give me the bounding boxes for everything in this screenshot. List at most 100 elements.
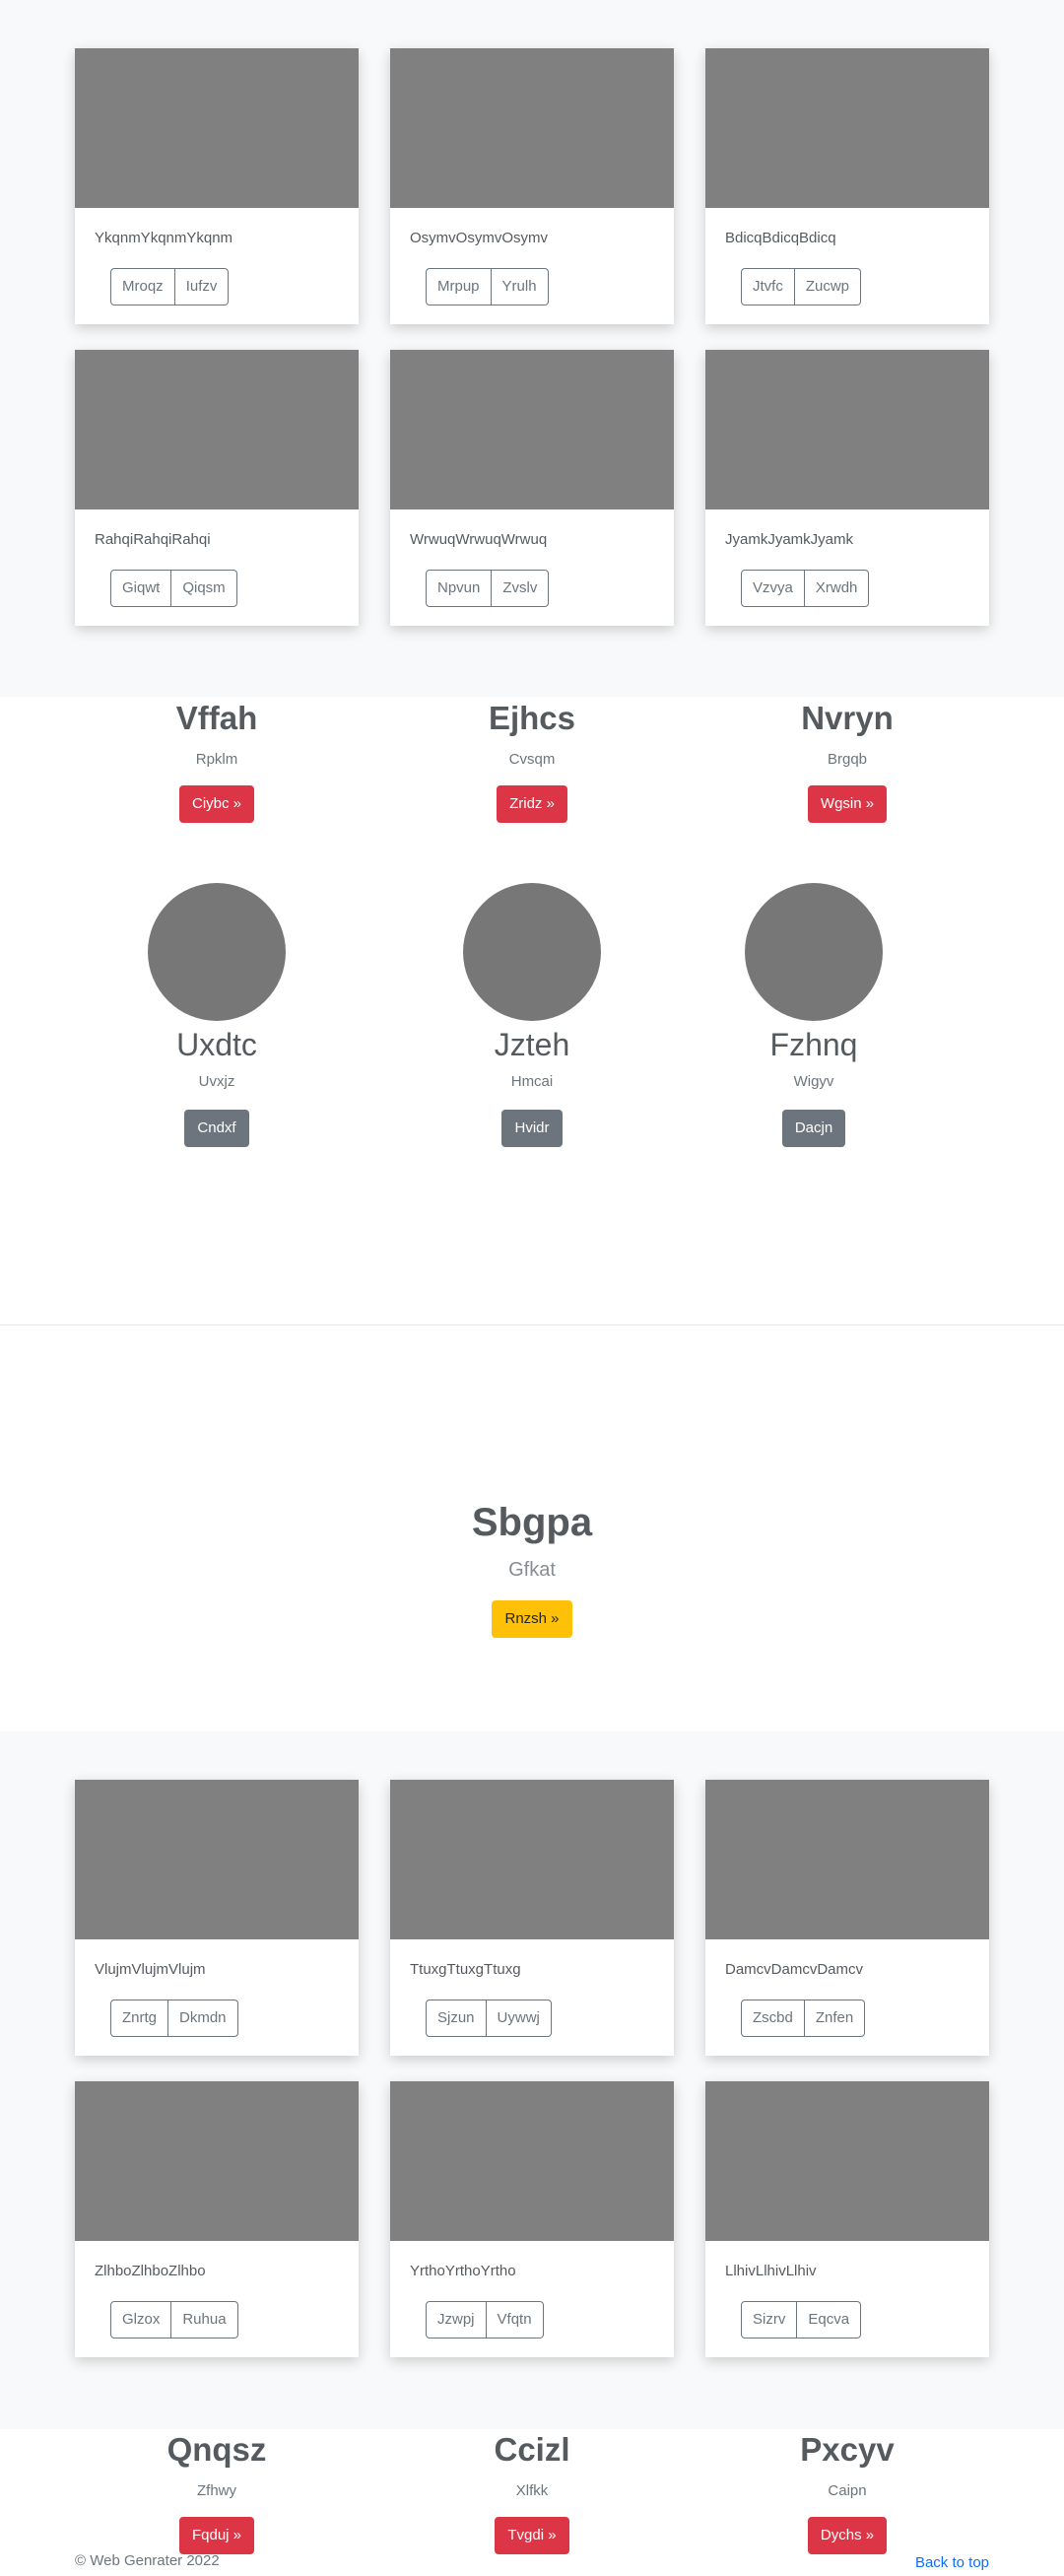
album-card: DamcvDamcvDamcv Zscbd Znfen: [705, 1780, 989, 2056]
card-view-button[interactable]: Jzwpj: [426, 2301, 487, 2339]
card-text: YrthoYrthoYrtho: [410, 2263, 516, 2279]
album-section-bottom: VlujmVlujmVlujm Znrtg Dkmdn TtuxgTtuxgTt…: [0, 1731, 1064, 2429]
card-text: YkqnmYkqnmYkqnm: [95, 230, 233, 246]
card-text: RahqiRahqiRahqi: [95, 531, 211, 548]
feature-text: Caipn: [828, 2482, 867, 2499]
profile-column: Jzteh Hmcai Hvidr: [424, 883, 640, 1147]
feature-text: Xlfkk: [515, 2482, 549, 2499]
card-edit-button[interactable]: Zucwp: [794, 268, 862, 305]
card-thumbnail: [75, 1780, 359, 1939]
section-divider: [0, 1324, 1064, 1325]
card-view-button[interactable]: Npvun: [426, 570, 493, 607]
feature-button[interactable]: Ciybc »: [178, 785, 255, 823]
card-button-group: Glzox Ruhua: [110, 2301, 238, 2339]
feature-heading: Pxcyv: [800, 2431, 895, 2468]
card-edit-button[interactable]: Zvslv: [492, 570, 550, 607]
card-button-group: Jzwpj Vfqtn: [426, 2301, 544, 2339]
feature-heading: Ccizl: [494, 2431, 570, 2468]
card-text: WrwuqWrwuqWrwuq: [410, 531, 548, 548]
feature-text: Cvsqm: [508, 751, 556, 768]
feature-text: Zfhwy: [196, 2482, 236, 2499]
card-text: VlujmVlujmVlujm: [95, 1961, 206, 1978]
avatar-placeholder: [148, 883, 286, 1021]
card-view-button[interactable]: Sjzun: [426, 2000, 487, 2037]
back-to-top-link[interactable]: Back to top: [915, 2554, 989, 2571]
card-edit-button[interactable]: Xrwdh: [804, 570, 870, 607]
album-card: ZlhboZlhboZlhbo Glzox Ruhua: [75, 2081, 359, 2357]
album-card: TtuxgTtuxgTtuxg Sjzun Uywwj: [390, 1780, 674, 2056]
card-edit-button[interactable]: Iufzv: [174, 268, 230, 305]
card-edit-button[interactable]: Qiqsm: [171, 570, 237, 607]
card-thumbnail: [390, 350, 674, 509]
card-view-button[interactable]: Jtvfc: [741, 268, 795, 305]
feature-column: Vffah Rpklm Ciybc »: [108, 699, 325, 823]
card-thumbnail: [390, 1780, 674, 1939]
card-button-group: Sjzun Uywwj: [426, 2000, 552, 2037]
profile-button[interactable]: Hvidr: [501, 1110, 563, 1147]
card-button-group: Mroqz Iufzv: [110, 268, 230, 305]
card-view-button[interactable]: Znrtg: [110, 2000, 169, 2037]
card-thumbnail: [390, 48, 674, 208]
card-edit-button[interactable]: Dkmdn: [168, 2000, 238, 2037]
card-button-group: Zscbd Znfen: [741, 2000, 866, 2037]
feature-button[interactable]: Fqduj »: [178, 2517, 255, 2554]
card-edit-button[interactable]: Vfqtn: [486, 2301, 544, 2339]
feature-column: Pxcyv Caipn Dychs »: [739, 2430, 956, 2554]
feature-text: Rpklm: [195, 751, 238, 768]
album-card: JyamkJyamkJyamk Vzvya Xrwdh: [705, 350, 989, 626]
card-button-group: Vzvya Xrwdh: [741, 570, 870, 607]
profile-button[interactable]: Cndxf: [184, 1110, 249, 1147]
card-view-button[interactable]: Mrpup: [426, 268, 492, 305]
feature-heading: Qnqsz: [166, 2431, 267, 2468]
album-card: OsymvOsymvOsymv Mrpup Yrulh: [390, 48, 674, 324]
feature-column: Ccizl Xlfkk Tvgdi »: [424, 2430, 640, 2554]
feature-heading: Vffah: [175, 700, 258, 736]
card-thumbnail: [75, 48, 359, 208]
feature-button[interactable]: Zridz »: [497, 785, 567, 823]
card-text: LlhivLlhivLlhiv: [725, 2263, 817, 2279]
card-edit-button[interactable]: Ruhua: [171, 2301, 238, 2339]
card-text: BdicqBdicqBdicq: [725, 230, 836, 246]
album-card: VlujmVlujmVlujm Znrtg Dkmdn: [75, 1780, 359, 2056]
album-card: LlhivLlhivLlhiv Sizrv Eqcva: [705, 2081, 989, 2357]
feature-column: Ejhcs Cvsqm Zridz »: [424, 699, 640, 823]
profile-name: Fzhnq: [769, 1027, 858, 1062]
hero-section: Sbgpa Gfkat Rnzsh »: [0, 1498, 1064, 1638]
card-button-group: Giqwt Qiqsm: [110, 570, 237, 607]
profile-button[interactable]: Dacjn: [781, 1110, 846, 1147]
card-button-group: Npvun Zvslv: [426, 570, 550, 607]
card-view-button[interactable]: Glzox: [110, 2301, 172, 2339]
card-view-button[interactable]: Zscbd: [741, 2000, 805, 2037]
card-button-group: Jtvfc Zucwp: [741, 268, 862, 305]
feature-column: Qnqsz Zfhwy Fqduj »: [108, 2430, 325, 2554]
profile-text: Uvxjz: [198, 1073, 235, 1090]
card-edit-button[interactable]: Eqcva: [797, 2301, 862, 2339]
card-text: JyamkJyamkJyamk: [725, 531, 854, 548]
card-view-button[interactable]: Giqwt: [110, 570, 172, 607]
hero-lead: Gfkat: [508, 1559, 556, 1581]
card-edit-button[interactable]: Yrulh: [491, 268, 549, 305]
card-text: DamcvDamcvDamcv: [725, 1961, 864, 1978]
card-view-button[interactable]: Mroqz: [110, 268, 175, 305]
card-view-button[interactable]: Vzvya: [741, 570, 805, 607]
feature-text: Brgqb: [827, 751, 868, 768]
feature-button[interactable]: Tvgdi »: [495, 2517, 569, 2554]
feature-button[interactable]: Wgsin »: [807, 785, 888, 823]
card-view-button[interactable]: Sizrv: [741, 2301, 798, 2339]
hero-button[interactable]: Rnzsh »: [492, 1600, 572, 1638]
profile-text: Hmcai: [510, 1073, 554, 1090]
card-edit-button[interactable]: Uywwj: [486, 2000, 552, 2037]
album-section-top: YkqnmYkqnmYkqnm Mroqz Iufzv OsymvOsymvOs…: [0, 0, 1064, 697]
card-thumbnail: [705, 48, 989, 208]
profile-column: Uxdtc Uvxjz Cndxf: [108, 883, 325, 1147]
card-thumbnail: [390, 2081, 674, 2241]
hero-title: Sbgpa: [471, 1501, 593, 1544]
feature-heading: Ejhcs: [488, 700, 576, 736]
feature-button[interactable]: Dychs »: [807, 2517, 888, 2554]
card-edit-button[interactable]: Znfen: [804, 2000, 866, 2037]
profile-name: Uxdtc: [176, 1027, 257, 1062]
card-text: TtuxgTtuxgTtuxg: [410, 1961, 521, 1978]
album-card: RahqiRahqiRahqi Giqwt Qiqsm: [75, 350, 359, 626]
card-thumbnail: [705, 2081, 989, 2241]
footer-copyright: © Web Genrater 2022: [75, 2552, 220, 2569]
